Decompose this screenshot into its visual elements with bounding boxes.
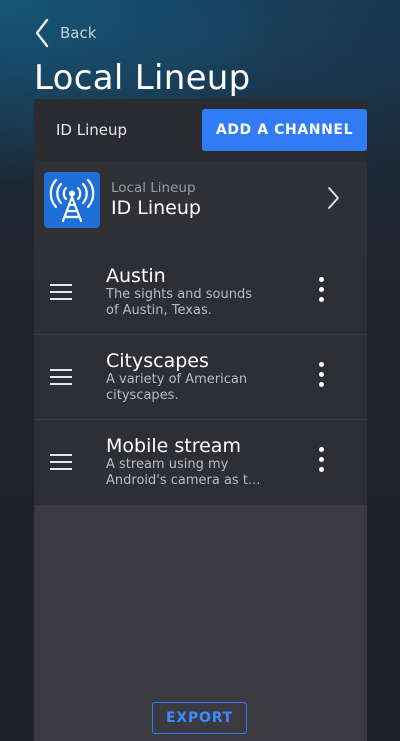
broadcast-tower-icon <box>44 172 100 228</box>
lineup-card-name: ID Lineup <box>111 197 201 219</box>
channel-list: Austin The sights and sounds of Austin, … <box>34 249 367 505</box>
channel-name: Mobile stream <box>106 435 241 457</box>
lineup-card-subtitle: Local Lineup <box>111 180 196 196</box>
export-button[interactable]: EXPORT <box>152 702 247 734</box>
chevron-left-icon <box>35 18 49 48</box>
add-channel-button[interactable]: ADD A CHANNEL <box>202 109 367 151</box>
channel-name: Cityscapes <box>106 350 209 372</box>
chevron-right-icon <box>328 187 339 209</box>
drag-handle-icon[interactable] <box>50 284 72 300</box>
lineup-card[interactable]: Local Lineup ID Lineup <box>34 161 367 249</box>
channel-row[interactable]: Mobile stream A stream using my Android'… <box>34 419 367 504</box>
lineup-name-label: ID Lineup <box>56 121 128 139</box>
back-button[interactable]: Back <box>34 18 96 48</box>
channel-description: The sights and sounds of Austin, Texas. <box>106 287 253 318</box>
drag-handle-icon[interactable] <box>50 454 72 470</box>
channel-description: A variety of American cityscapes. <box>106 372 248 403</box>
channel-name: Austin <box>106 265 166 287</box>
channel-row[interactable]: Austin The sights and sounds of Austin, … <box>34 249 367 335</box>
more-options-icon[interactable] <box>313 362 329 392</box>
more-options-icon[interactable] <box>313 277 329 307</box>
back-label: Back <box>60 24 97 42</box>
more-options-icon[interactable] <box>313 447 329 477</box>
page-title: Local Lineup <box>34 58 251 98</box>
lineup-panel: ID Lineup ADD A CHANNEL Local Lineup ID … <box>34 99 367 741</box>
channel-row[interactable]: Cityscapes A variety of American citysca… <box>34 334 367 420</box>
channel-description: A stream using my Android's camera as t.… <box>106 457 261 488</box>
drag-handle-icon[interactable] <box>50 369 72 385</box>
panel-header: ID Lineup ADD A CHANNEL <box>34 99 367 161</box>
